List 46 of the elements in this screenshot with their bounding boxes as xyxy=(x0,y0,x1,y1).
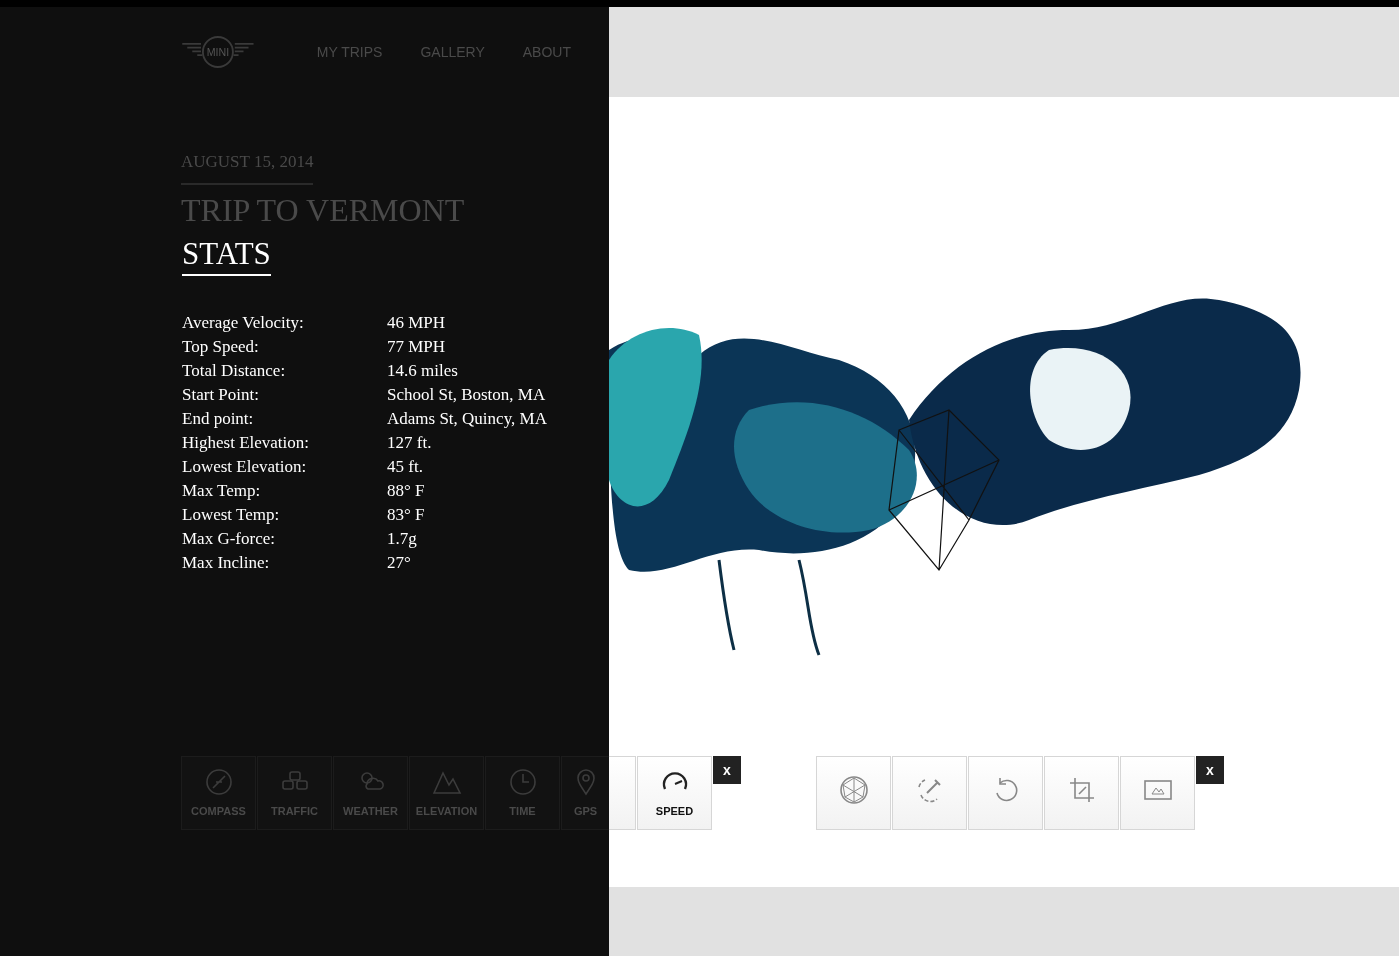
stat-value: 127 ft. xyxy=(387,432,433,455)
stat-value: 83° F xyxy=(387,504,426,527)
sphere-icon xyxy=(838,775,869,805)
gps-button[interactable]: GPS xyxy=(561,756,609,830)
stat-label: Total Distance: xyxy=(182,360,287,383)
nav-link[interactable]: MY TRIPS xyxy=(316,41,383,63)
stat-value: 14.6 miles xyxy=(387,360,459,383)
stat-label: Max G-force: xyxy=(182,528,276,551)
stat-label: Max Temp: xyxy=(182,480,262,503)
close-button[interactable]: x xyxy=(713,756,741,784)
image-button[interactable] xyxy=(1120,756,1195,830)
stat-label: Top Speed: xyxy=(182,336,260,359)
stat-label: Highest Elevation: xyxy=(182,432,310,455)
stat-label: Average Velocity: xyxy=(182,312,305,335)
elevation-button[interactable]: ELEVATION xyxy=(409,756,484,830)
stat-value: 77 MPH xyxy=(387,336,447,359)
stat-value: 46 MPH xyxy=(387,312,447,335)
close-button[interactable]: x xyxy=(1196,756,1224,784)
stat-label: End point: xyxy=(182,408,255,431)
undo-button[interactable] xyxy=(968,756,1043,830)
weather-button[interactable]: WEATHER xyxy=(333,756,408,830)
trip-title: TRIP TO VERMONT xyxy=(181,190,466,229)
stat-value: Adams St, Quincy, MA xyxy=(387,408,548,431)
stat-value: 45 ft. xyxy=(387,456,424,479)
nav-link[interactable]: GALLERY xyxy=(420,41,485,63)
stat-label: Lowest Elevation: xyxy=(182,456,308,479)
stat-value: 1.7g xyxy=(387,528,418,551)
time-button[interactable]: TIME xyxy=(485,756,560,830)
stat-value: 27° xyxy=(387,552,412,575)
stats-heading: STATS xyxy=(182,234,271,277)
trip-date: AUGUST 15, 2014 xyxy=(181,149,314,185)
traffic-button[interactable]: TRAFFIC xyxy=(257,756,332,830)
color-button[interactable] xyxy=(892,756,967,830)
stat-value: School St, Boston, MA xyxy=(387,384,547,407)
stat-label: Max Incline: xyxy=(182,552,271,575)
crop-button[interactable] xyxy=(1044,756,1119,830)
clock-icon xyxy=(507,766,538,797)
mini-logo[interactable]: MINI xyxy=(181,25,255,79)
compass-icon xyxy=(203,766,234,797)
compass-button[interactable]: COMPASS xyxy=(181,756,256,830)
stat-value: 88° F xyxy=(387,480,426,503)
stat-label: Lowest Temp: xyxy=(182,504,281,527)
nav-link[interactable]: ABOUT xyxy=(522,41,571,63)
speed-button[interactable]: SPEED xyxy=(637,756,712,830)
geodesic-button[interactable] xyxy=(816,756,891,830)
stat-label: Start Point: xyxy=(182,384,260,407)
